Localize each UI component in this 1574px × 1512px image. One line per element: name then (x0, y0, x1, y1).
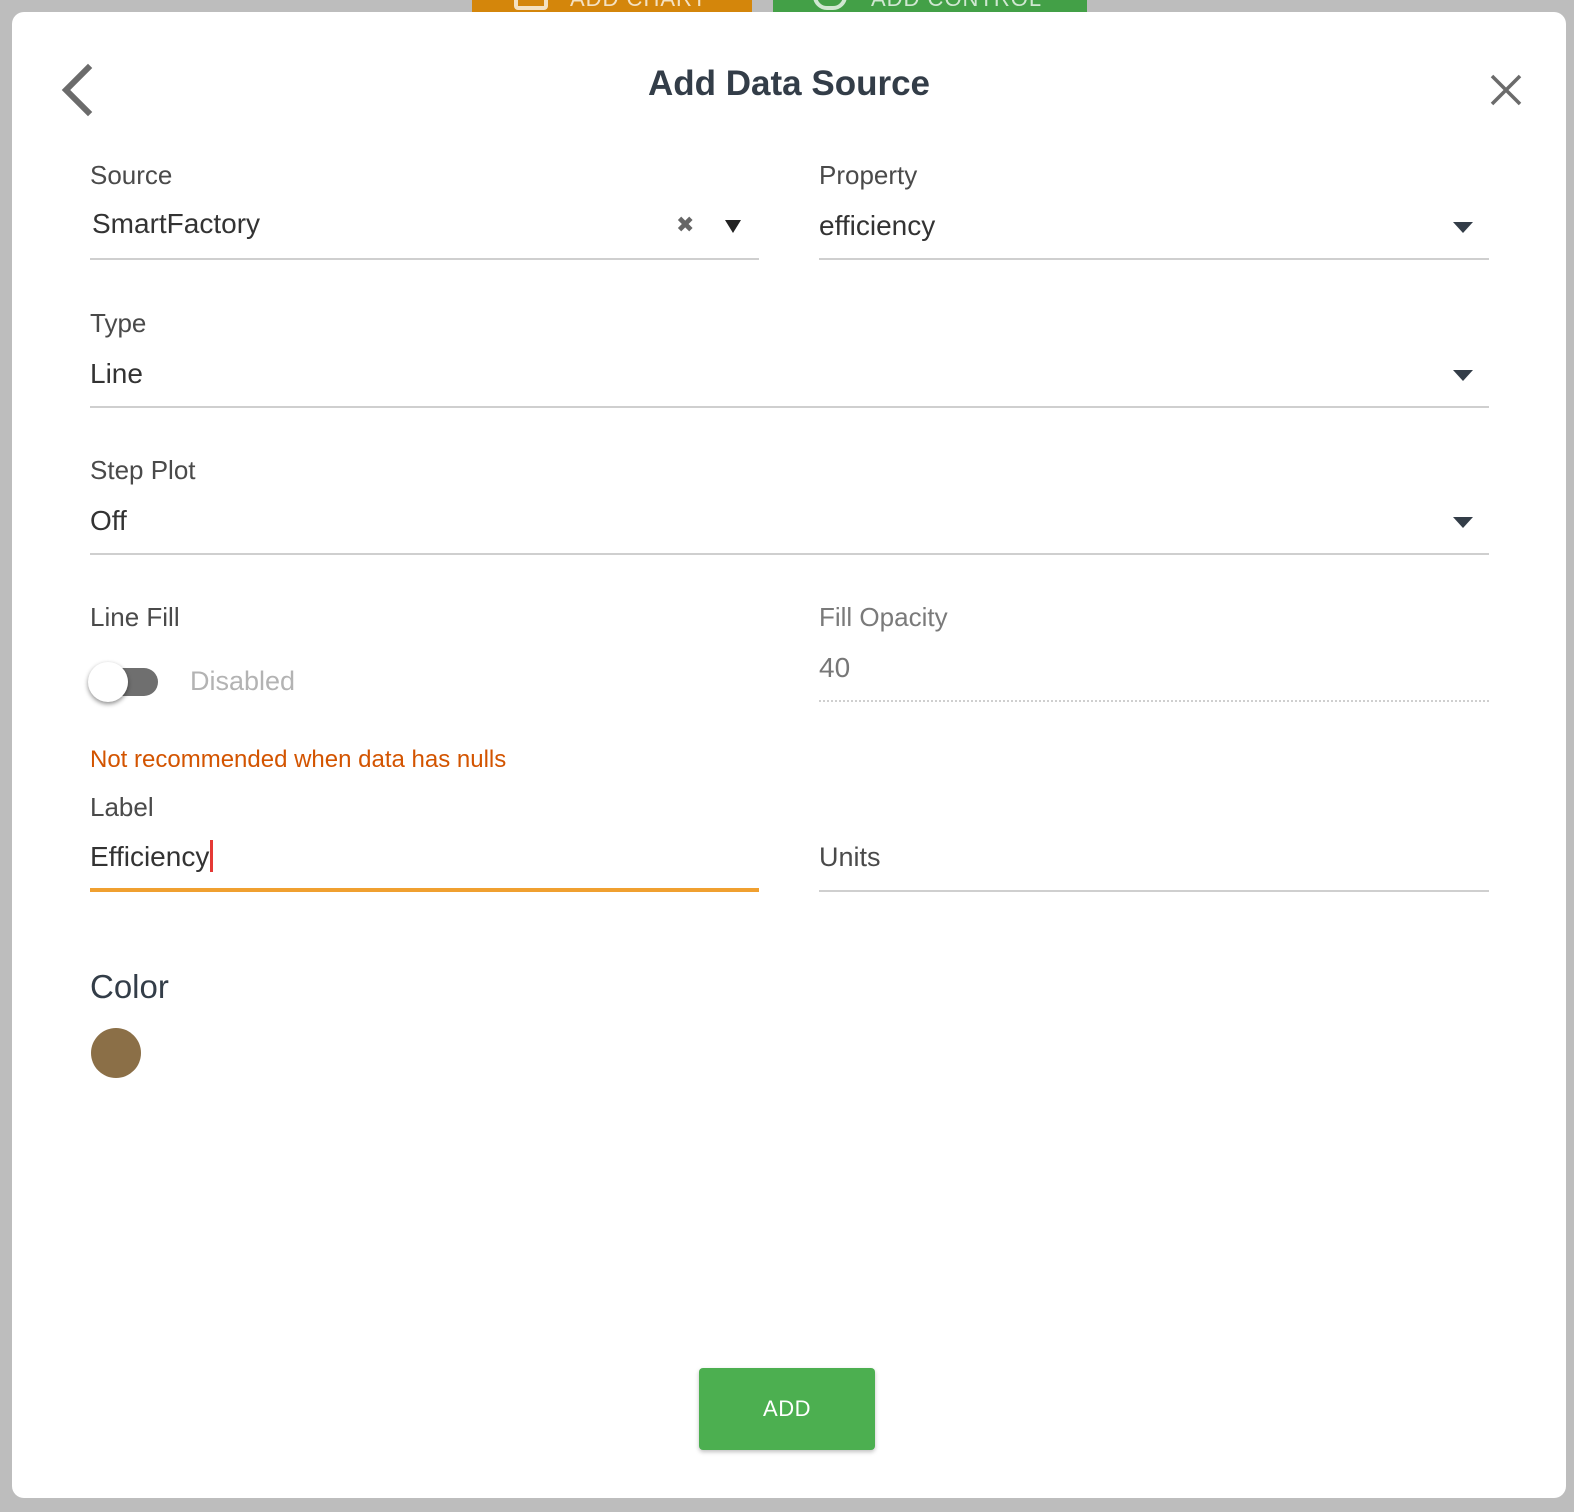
color-title: Color (90, 968, 169, 1005)
label-field[interactable]: Label Efficiency (90, 792, 759, 894)
property-label: Property (819, 160, 918, 190)
label-underline-focused (90, 888, 759, 892)
label-input-value: Efficiency (90, 841, 210, 872)
line-fill-group: Line Fill Disabled (88, 602, 759, 712)
line-fill-toggle[interactable] (88, 662, 158, 702)
fill-opacity-field: Fill Opacity 40 (819, 602, 1489, 712)
label-input[interactable]: Efficiency (90, 840, 214, 873)
chart-icon (514, 0, 548, 10)
fill-opacity-underline (819, 700, 1489, 702)
clear-icon[interactable]: ✖ (676, 212, 694, 238)
add-data-source-dialog: Add Data Source Source SmartFactory ✖ Pr… (12, 12, 1566, 1498)
color-swatch[interactable] (91, 1028, 141, 1078)
chevron-down-icon (1453, 517, 1473, 528)
chevron-down-icon (1453, 222, 1473, 233)
property-underline (819, 258, 1489, 260)
add-chart-label: ADD CHART (570, 0, 707, 12)
add-control-button-bg: ADD CONTROL (773, 0, 1087, 12)
fill-opacity-label: Fill Opacity (819, 602, 948, 632)
source-select[interactable]: Source SmartFactory ✖ (90, 160, 759, 262)
units-underline (819, 890, 1489, 892)
property-value: efficiency (819, 210, 936, 241)
toggle-knob[interactable] (88, 662, 128, 702)
chevron-down-icon (1453, 370, 1473, 381)
step-plot-select[interactable]: Step Plot Off (90, 455, 1489, 557)
source-label: Source (90, 160, 173, 190)
type-value: Line (90, 358, 143, 389)
type-underline (90, 406, 1489, 408)
line-fill-state: Disabled (190, 666, 296, 696)
toggle-icon (813, 0, 847, 10)
text-cursor (210, 840, 214, 872)
step-plot-underline (90, 553, 1489, 555)
dialog-title: Add Data Source (648, 64, 930, 103)
property-select[interactable]: Property efficiency (819, 160, 1489, 262)
type-label: Type (90, 308, 147, 338)
dropdown-arrow-icon[interactable] (725, 220, 741, 233)
step-plot-label: Step Plot (90, 455, 196, 485)
step-plot-value: Off (90, 505, 127, 536)
type-select[interactable]: Type Line (90, 308, 1489, 410)
fill-opacity-value: 40 (819, 652, 851, 683)
line-fill-label: Line Fill (90, 602, 180, 632)
units-field[interactable]: Units (819, 792, 1489, 894)
source-underline (90, 258, 759, 260)
line-fill-warning: Not recommended when data has nulls (90, 746, 507, 773)
close-icon (1490, 74, 1522, 106)
units-input-placeholder[interactable]: Units (819, 842, 881, 873)
add-chart-button-bg: ADD CHART (472, 0, 752, 12)
add-button[interactable]: ADD (699, 1368, 875, 1450)
add-control-label: ADD CONTROL (871, 0, 1042, 12)
label-field-label: Label (90, 792, 154, 822)
close-button[interactable] (1486, 70, 1526, 110)
source-value: SmartFactory (92, 208, 261, 239)
